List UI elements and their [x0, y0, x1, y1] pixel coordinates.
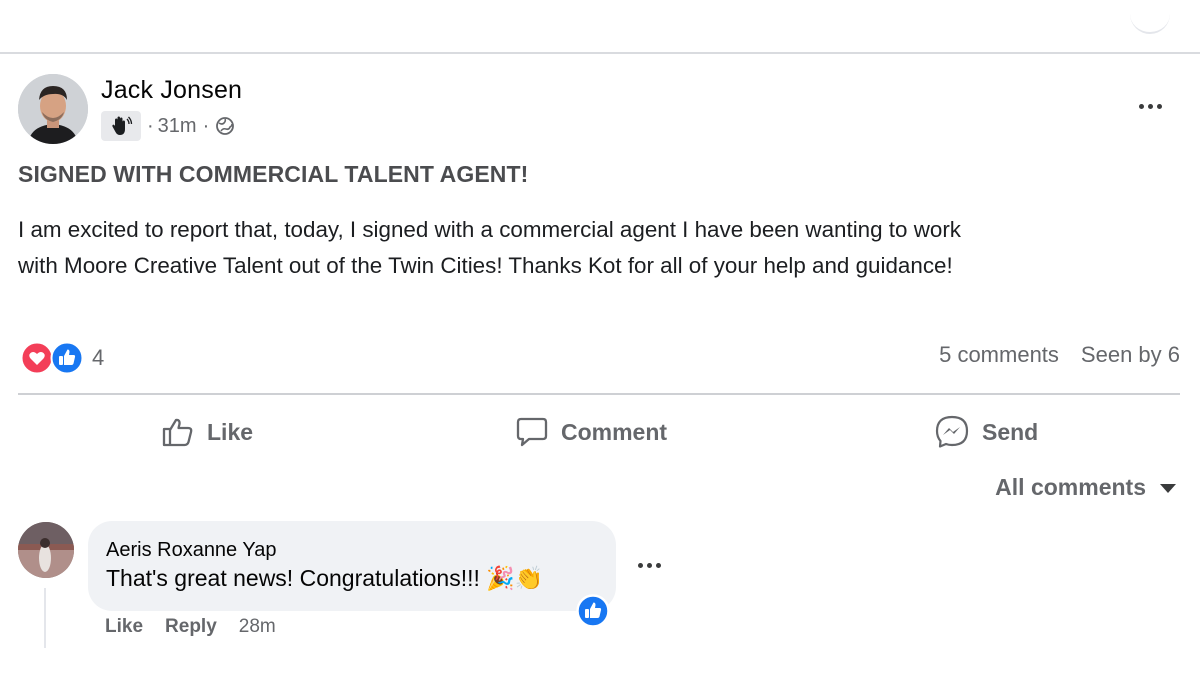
love-icon	[20, 341, 54, 375]
meta-separator: ·	[202, 114, 210, 137]
post-more-button[interactable]	[1130, 96, 1170, 116]
comment-reply-link[interactable]: Reply	[165, 616, 217, 638]
author-name[interactable]: Jack Jonsen	[101, 76, 242, 105]
reactions-summary[interactable]: 4	[20, 340, 104, 376]
previous-post-edge	[1130, 14, 1170, 34]
commenter-name[interactable]: Aeris Roxanne Yap	[106, 539, 276, 562]
comment-bubble: Aeris Roxanne Yap That's great news! Con…	[88, 521, 616, 611]
globe-icon	[216, 117, 235, 135]
post-body: I am excited to report that, today, I si…	[18, 212, 1178, 284]
post-body-line: with Moore Creative Talent out of the Tw…	[18, 253, 953, 278]
all-comments-label: All comments	[995, 474, 1146, 500]
comment-label: Comment	[561, 418, 668, 445]
like-button[interactable]: Like	[161, 410, 253, 454]
top-divider	[0, 52, 1200, 54]
actions-divider	[18, 393, 1180, 395]
meta-separator: ·	[147, 114, 154, 137]
post-body-line: I am excited to report that, today, I si…	[18, 217, 961, 242]
comment-thread-line	[44, 588, 46, 648]
comment-actions: Like Reply 28m	[105, 616, 276, 638]
comment-time[interactable]: 28m	[239, 616, 276, 638]
caret-down-icon	[1160, 483, 1176, 493]
seen-by[interactable]: Seen by 6	[1081, 342, 1180, 368]
messenger-icon	[935, 415, 969, 448]
like-icon	[50, 341, 84, 375]
comment-text: That's great news! Congratulations!!! 🎉👏	[106, 565, 544, 591]
post-headline: SIGNED WITH COMMERCIAL TALENT AGENT!	[18, 161, 529, 187]
comment-more-button[interactable]	[636, 556, 662, 574]
thumbs-up-icon	[162, 418, 193, 447]
comments-count[interactable]: 5 comments	[939, 342, 1059, 368]
post-meta: · 31m ·	[101, 110, 235, 142]
post-time[interactable]: 31m	[158, 115, 197, 138]
reaction-count: 4	[92, 345, 105, 370]
send-button[interactable]: Send	[934, 410, 1038, 454]
wave-hand-icon[interactable]	[101, 111, 141, 141]
author-avatar[interactable]	[18, 74, 88, 144]
comment-like-reaction-icon[interactable]	[576, 594, 610, 628]
like-label: Like	[207, 418, 254, 445]
comment-button[interactable]: Comment	[515, 410, 667, 454]
send-label: Send	[982, 418, 1039, 445]
commenter-avatar[interactable]	[18, 522, 74, 578]
comment-icon	[516, 417, 548, 447]
all-comments-dropdown[interactable]: All comments	[995, 474, 1178, 501]
post-stats: 5 comments Seen by 6	[939, 342, 1180, 368]
comment-like-link[interactable]: Like	[105, 616, 143, 638]
